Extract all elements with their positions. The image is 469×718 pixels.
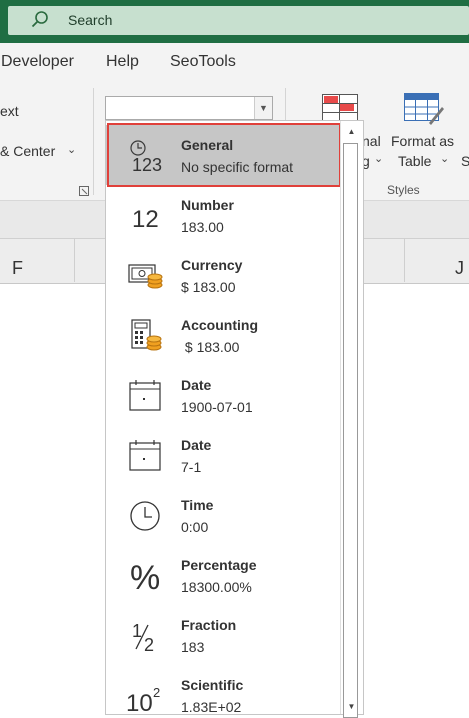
column-separator [404, 238, 405, 282]
scroll-up-icon[interactable]: ▲ [344, 125, 359, 139]
format-name: Date [181, 377, 212, 393]
conditional-formatting-line1: nal [362, 133, 381, 149]
format-example: 1.83E+02 [181, 699, 242, 715]
menu-seotools[interactable]: SeoTools [170, 53, 236, 71]
accounting-calculator-icon [124, 319, 166, 353]
format-example: 1900-07-01 [181, 399, 253, 415]
svg-text:1: 1 [132, 621, 142, 641]
format-as-table-line2[interactable]: Table [398, 153, 431, 169]
title-bar: Search [0, 0, 469, 43]
format-option-number[interactable]: 12 Number 183.00 [106, 185, 341, 245]
format-example: 183 [181, 639, 205, 655]
svg-text:123: 123 [132, 155, 162, 173]
svg-text:2: 2 [153, 685, 160, 700]
column-header-j[interactable]: J [455, 258, 464, 279]
search-box[interactable]: Search [8, 6, 469, 35]
combo-dropdown-icon[interactable]: ▼ [254, 97, 272, 119]
format-example: 183.00 [181, 219, 224, 235]
column-separator [74, 238, 75, 282]
menu-bar: Developer Help SeoTools [0, 43, 469, 81]
svg-text:10: 10 [126, 690, 153, 713]
format-example: No specific format [181, 159, 294, 175]
percent-icon: % [124, 559, 166, 597]
format-option-general[interactable]: 123 General No specific format [106, 125, 341, 185]
format-example: 0:00 [181, 519, 209, 535]
general-clock-123-icon: 123 [124, 139, 166, 175]
format-example: 18300.00% [181, 579, 252, 595]
number-format-dropdown: 123 General No specific format 12 Number… [105, 120, 364, 715]
format-option-scientific[interactable]: 10 2 Scientific 1.83E+02 [106, 665, 341, 715]
cell-styles-button[interactable]: S [461, 153, 469, 169]
format-example: $ 183.00 [181, 339, 240, 355]
svg-text:%: % [130, 559, 160, 593]
format-option-date-long[interactable]: Date 1900-07-01 [106, 365, 341, 425]
wrap-text-button[interactable]: ext [0, 103, 19, 119]
number-format-combo[interactable]: ▼ [105, 96, 273, 120]
column-header-f[interactable]: F [12, 258, 23, 279]
svg-text:2: 2 [144, 635, 154, 653]
format-name: Currency [181, 257, 243, 273]
calendar-icon [124, 439, 166, 473]
search-icon [30, 10, 50, 35]
format-example: 7-1 [181, 459, 202, 475]
format-name: General [181, 137, 234, 153]
ribbon-separator [93, 88, 94, 195]
format-name: Number [181, 197, 234, 213]
format-option-date-short[interactable]: Date 7-1 [106, 425, 341, 485]
chevron-down-icon: ⌄ [67, 144, 77, 156]
svg-text:12: 12 [132, 206, 159, 233]
search-label: Search [68, 12, 113, 28]
format-as-table-icon[interactable] [404, 93, 444, 132]
scrollbar-thumb[interactable] [343, 143, 358, 718]
format-example: $ 183.00 [181, 279, 236, 295]
number-12-icon: 12 [124, 199, 166, 233]
format-option-currency[interactable]: Currency $ 183.00 [106, 245, 341, 305]
chevron-down-icon: ⌄ [440, 153, 450, 165]
format-name: Scientific [181, 677, 244, 693]
format-as-table-line1[interactable]: Format as [391, 133, 454, 149]
format-option-fraction[interactable]: 12 Fraction 183 [106, 605, 341, 665]
dropdown-scrollbar[interactable]: ▲ ▼ [340, 121, 363, 718]
format-option-percentage[interactable]: % Percentage 18300.00% [106, 545, 341, 605]
menu-help[interactable]: Help [106, 53, 139, 71]
format-name: Accounting [181, 317, 258, 333]
scientific-icon: 10 2 [124, 679, 166, 714]
format-option-time[interactable]: Time 0:00 [106, 485, 341, 545]
merge-center-button[interactable]: & Center [0, 143, 55, 159]
format-name: Date [181, 437, 212, 453]
menu-developer[interactable]: Developer [1, 53, 74, 71]
currency-icon [124, 259, 166, 293]
format-name: Fraction [181, 617, 237, 633]
chevron-down-icon: ⌄ [374, 153, 384, 165]
calendar-icon [124, 379, 166, 413]
format-name: Percentage [181, 557, 257, 573]
clock-icon [124, 499, 166, 533]
scroll-down-icon[interactable]: ▼ [344, 700, 359, 714]
format-option-accounting[interactable]: Accounting $ 183.00 [106, 305, 341, 365]
format-name: Time [181, 497, 214, 513]
dialog-launcher-icon[interactable] [79, 183, 89, 201]
fraction-icon: 12 [124, 619, 166, 655]
styles-group-label: Styles [387, 183, 420, 197]
